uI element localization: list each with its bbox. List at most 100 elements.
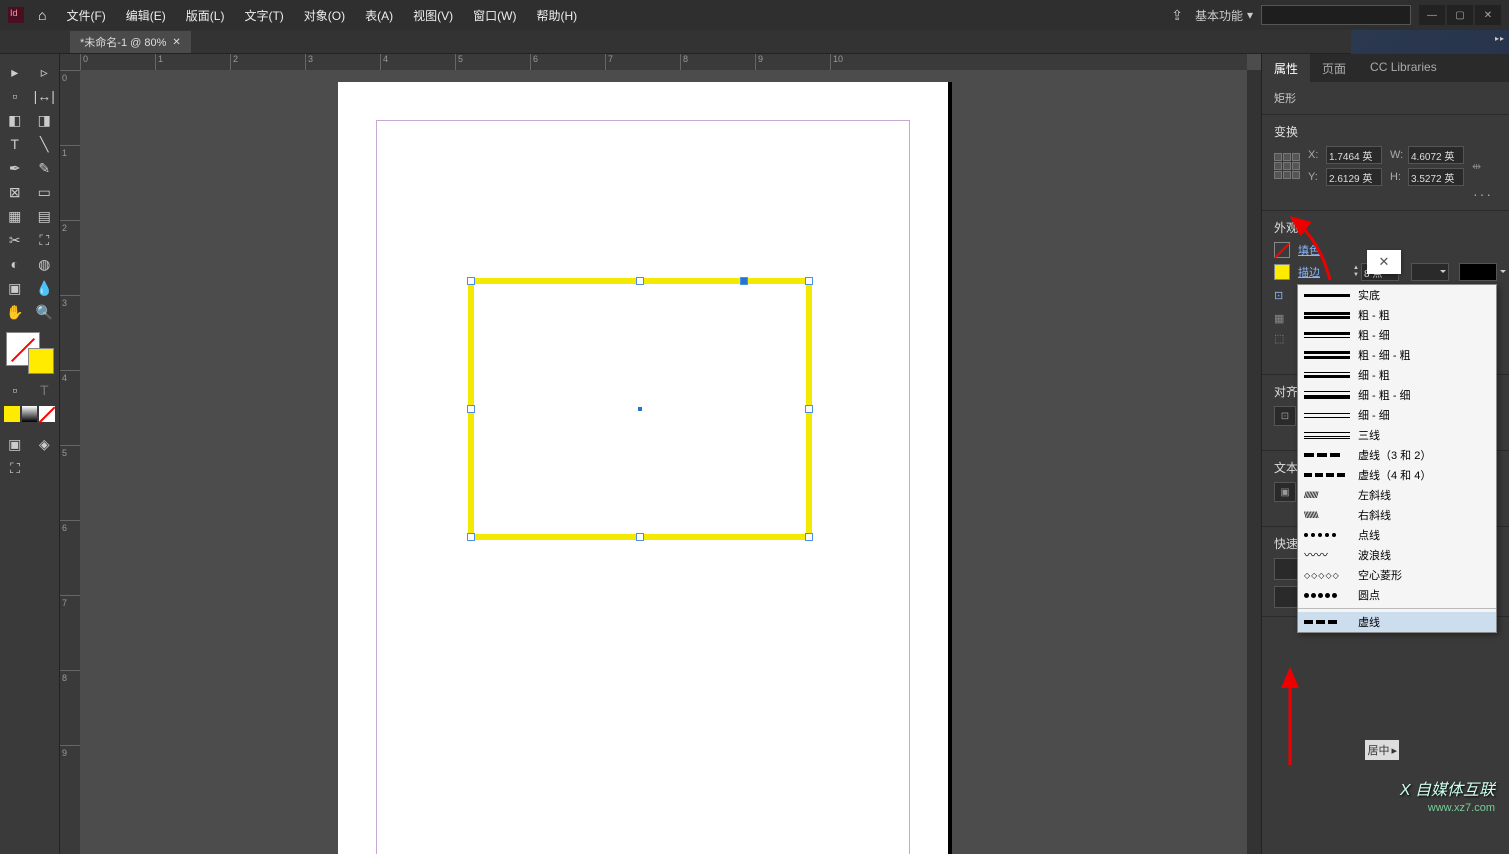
grid-tool[interactable]: ▦ bbox=[0, 204, 30, 228]
fill-stroke-swatch[interactable] bbox=[0, 330, 59, 376]
screen-mode-icon[interactable]: ⛶ bbox=[0, 456, 30, 480]
search-input[interactable] bbox=[1261, 5, 1411, 25]
hand-tool[interactable]: ✋ bbox=[0, 300, 30, 324]
stroke-swatch-icon[interactable] bbox=[1274, 264, 1290, 280]
page-nav-fragment[interactable]: 居中▸ bbox=[1365, 740, 1399, 760]
handle-control[interactable] bbox=[740, 277, 748, 285]
wrap-none-button[interactable]: ▣ bbox=[1274, 482, 1296, 502]
stroke-weight-dropdown[interactable] bbox=[1411, 263, 1449, 281]
tab-close-icon[interactable]: ✕ bbox=[172, 37, 180, 48]
stroke-style-dropdown[interactable] bbox=[1459, 263, 1497, 281]
rectangle-frame-tool[interactable]: ⊠ bbox=[0, 180, 30, 204]
stroke-style-thickthinthick[interactable]: 粗 - 细 - 粗 bbox=[1298, 345, 1496, 365]
menu-edit[interactable]: 编辑(E) bbox=[116, 7, 176, 24]
ruler-vertical[interactable]: 0 1 2 3 4 5 6 7 8 9 bbox=[60, 70, 80, 854]
gradient-feather-tool[interactable]: ◍ bbox=[30, 252, 60, 276]
stroke-style-thinthickthin[interactable]: 细 - 粗 - 细 bbox=[1298, 385, 1496, 405]
menu-layout[interactable]: 版面(L) bbox=[176, 7, 235, 24]
stroke-style-triple[interactable]: 三线 bbox=[1298, 425, 1496, 445]
content-placer-tool[interactable]: ◨ bbox=[30, 108, 60, 132]
stroke-style-dashed[interactable]: 虚线 bbox=[1298, 612, 1496, 632]
handle-ml[interactable] bbox=[467, 405, 475, 413]
gradient-swatch-tool[interactable]: ◐ bbox=[0, 252, 30, 276]
ruler-horizontal[interactable]: 0 1 2 3 4 5 6 7 8 9 10 bbox=[80, 54, 1247, 70]
content-collector-tool[interactable]: ◧ bbox=[0, 108, 30, 132]
handle-tr[interactable] bbox=[805, 277, 813, 285]
apply-none[interactable] bbox=[39, 406, 55, 422]
stroke-label[interactable]: 描边 bbox=[1298, 264, 1320, 280]
x-input[interactable] bbox=[1326, 146, 1382, 164]
align-frame-button[interactable]: ⊡ bbox=[1274, 406, 1296, 426]
pen-tool[interactable]: ✒ bbox=[0, 156, 30, 180]
tab-properties[interactable]: 属性 bbox=[1262, 54, 1310, 82]
canvas[interactable]: 0 1 2 3 4 5 6 7 8 9 10 0 1 2 3 4 5 6 7 8… bbox=[60, 54, 1261, 854]
page-tool[interactable]: ▫ bbox=[0, 84, 30, 108]
transform-more-icon[interactable]: ··· bbox=[1274, 186, 1497, 202]
stroke-style-thickthick[interactable]: 粗 - 粗 bbox=[1298, 305, 1496, 325]
stroke-swatch[interactable] bbox=[28, 348, 54, 374]
eyedropper-tool[interactable]: 💧 bbox=[30, 276, 60, 300]
pencil-tool[interactable]: ✎ bbox=[30, 156, 60, 180]
scissors-tool[interactable]: ✂ bbox=[0, 228, 30, 252]
share-icon[interactable]: ⇪ bbox=[1171, 7, 1183, 24]
page[interactable] bbox=[338, 82, 948, 854]
workspace-switcher[interactable]: 基本功能▾ bbox=[1195, 7, 1253, 24]
tab-cc-libraries[interactable]: CC Libraries bbox=[1358, 54, 1449, 82]
ruler-origin[interactable] bbox=[60, 54, 80, 70]
minimize-button[interactable]: — bbox=[1419, 5, 1445, 25]
free-transform-tool[interactable]: ⛶ bbox=[30, 228, 60, 252]
note-tool[interactable]: ▣ bbox=[0, 276, 30, 300]
scrollbar-vertical[interactable] bbox=[1247, 70, 1261, 854]
selection-tool[interactable]: ▸ bbox=[0, 60, 30, 84]
menu-text[interactable]: 文字(T) bbox=[234, 7, 293, 24]
stroke-style-hatch-r[interactable]: \\\\\\\\\右斜线 bbox=[1298, 505, 1496, 525]
constrain-link-icon[interactable]: ⇹ bbox=[1472, 160, 1481, 173]
handle-mr[interactable] bbox=[805, 405, 813, 413]
format-container-icon[interactable]: ▫ bbox=[0, 378, 30, 402]
format-text-icon[interactable]: T bbox=[30, 378, 60, 402]
handle-br[interactable] bbox=[805, 533, 813, 541]
popup-close-button[interactable]: ✕ bbox=[1367, 250, 1401, 274]
fill-label[interactable]: 填色 bbox=[1298, 242, 1320, 258]
menu-table[interactable]: 表(A) bbox=[355, 7, 403, 24]
handle-tc[interactable] bbox=[636, 277, 644, 285]
menu-view[interactable]: 视图(V) bbox=[403, 7, 463, 24]
apply-gradient[interactable] bbox=[22, 406, 38, 422]
corner-icon[interactable]: ⊡ bbox=[1274, 289, 1290, 302]
stroke-style-dots[interactable]: 点线 bbox=[1298, 525, 1496, 545]
close-button[interactable]: ✕ bbox=[1475, 5, 1501, 25]
stroke-style-wave[interactable]: 〰〰波浪线 bbox=[1298, 545, 1496, 565]
menu-help[interactable]: 帮助(H) bbox=[526, 7, 587, 24]
stroke-style-dash44[interactable]: 虚线（4 和 4） bbox=[1298, 465, 1496, 485]
rectangle-tool[interactable]: ▭ bbox=[30, 180, 60, 204]
menu-window[interactable]: 窗口(W) bbox=[463, 7, 526, 24]
table-tool[interactable]: ▤ bbox=[30, 204, 60, 228]
h-input[interactable] bbox=[1408, 168, 1464, 186]
y-input[interactable] bbox=[1326, 168, 1382, 186]
zoom-tool[interactable]: 🔍 bbox=[30, 300, 60, 324]
type-tool[interactable]: T bbox=[0, 132, 30, 156]
stroke-style-thinthick[interactable]: 细 - 粗 bbox=[1298, 365, 1496, 385]
maximize-button[interactable]: ▢ bbox=[1447, 5, 1473, 25]
handle-bl[interactable] bbox=[467, 533, 475, 541]
handle-bc[interactable] bbox=[636, 533, 644, 541]
panel-expand-icon[interactable]: ▸▸ bbox=[1495, 34, 1505, 43]
stroke-style-dash32[interactable]: 虚线（3 和 2） bbox=[1298, 445, 1496, 465]
handle-tl[interactable] bbox=[467, 277, 475, 285]
direct-selection-tool[interactable]: ▹ bbox=[30, 60, 60, 84]
stroke-style-thinthin[interactable]: 细 - 细 bbox=[1298, 405, 1496, 425]
nav-next-icon[interactable]: ▸ bbox=[1391, 744, 1397, 757]
menu-object[interactable]: 对象(O) bbox=[294, 7, 355, 24]
gap-tool[interactable]: |↔| bbox=[30, 84, 60, 108]
document-tab[interactable]: *未命名-1 @ 80% ✕ bbox=[70, 31, 191, 53]
stroke-style-thickthin[interactable]: 粗 - 细 bbox=[1298, 325, 1496, 345]
menu-file[interactable]: 文件(F) bbox=[56, 7, 115, 24]
stroke-style-hatch-l[interactable]: /////////左斜线 bbox=[1298, 485, 1496, 505]
reference-point[interactable] bbox=[1274, 153, 1300, 179]
selected-rectangle[interactable] bbox=[468, 278, 812, 540]
line-tool[interactable]: ╲ bbox=[30, 132, 60, 156]
w-input[interactable] bbox=[1408, 146, 1464, 164]
stroke-style-solid[interactable]: 实底 bbox=[1298, 285, 1496, 305]
preview-view-icon[interactable]: ◈ bbox=[30, 432, 60, 456]
apply-color[interactable] bbox=[4, 406, 20, 422]
